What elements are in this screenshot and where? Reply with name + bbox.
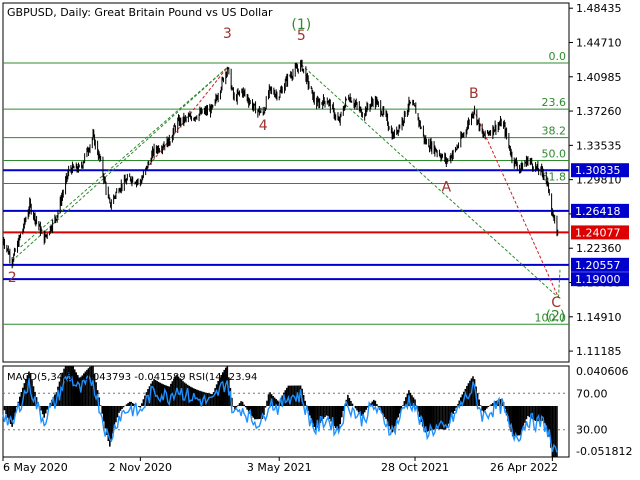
price-tick-label: 1.22360 (576, 242, 622, 255)
fib-label: 0.0 (549, 50, 567, 63)
wave-label: 4 (259, 118, 268, 134)
wave-label: 2 (8, 270, 17, 286)
chart-title: GBPUSD, Daily: Great Britain Pound vs US… (7, 6, 273, 19)
time-tick-label: 6 May 2020 (3, 461, 68, 474)
time-tick-label: 3 May 2021 (247, 461, 312, 474)
price-level-tag-label: 1.19000 (575, 273, 621, 286)
indicator-label: MACD(5,34,5) -0.043793 -0.041589 RSI(14)… (7, 372, 257, 383)
price-level-tag-label: 1.26418 (575, 205, 621, 218)
chart-canvas: 0.023.638.250.061.8100.0 2345(1)ABC(2) G… (0, 0, 640, 480)
wave-label: (1) (291, 17, 311, 33)
price-level-tag-label: 1.20557 (575, 259, 621, 272)
price-tick-label: 1.11185 (576, 345, 622, 358)
time-tick-label: 26 Apr 2022 (490, 461, 558, 474)
wave-label: (2) (546, 309, 566, 325)
price-level-tag-label: 1.24077 (575, 226, 621, 239)
price-tick-label: 1.40985 (576, 71, 622, 84)
price-tick-label: 1.44710 (576, 36, 622, 49)
macd-axis-label: 0.040606 (576, 365, 629, 378)
wave-label: B (469, 86, 479, 102)
price-level-tag-label: 1.30835 (575, 164, 621, 177)
price-tick-label: 1.48435 (576, 2, 622, 15)
fib-label: 23.6 (542, 96, 567, 109)
wave-label: A (442, 180, 452, 196)
rsi-level-label: 70.00 (576, 387, 608, 400)
price-tick-label: 1.33535 (576, 139, 622, 152)
price-tick-label: 1.14910 (576, 311, 622, 324)
rsi-level-label: 30.00 (576, 424, 608, 437)
time-tick-label: 2 Nov 2020 (109, 461, 172, 474)
fib-label: 61.8 (542, 171, 567, 184)
wave-label: 3 (223, 26, 232, 42)
time-tick-label: 28 Oct 2021 (381, 461, 449, 474)
fib-label: 50.0 (542, 147, 567, 160)
macd-axis-label: -0.051812 (576, 445, 632, 458)
price-tick-label: 1.37260 (576, 105, 622, 118)
fib-label: 38.2 (542, 125, 567, 138)
